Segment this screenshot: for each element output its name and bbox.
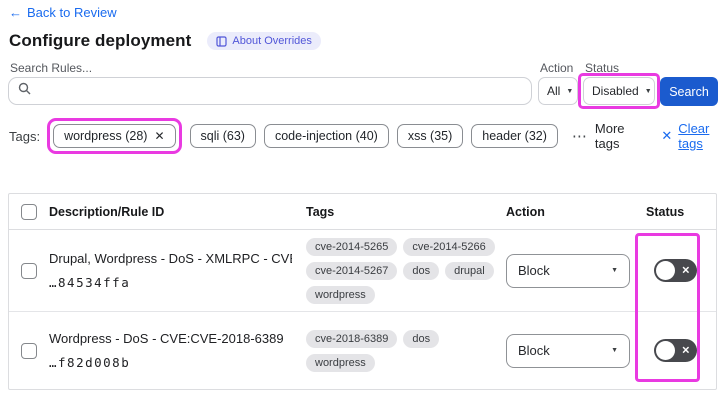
more-tags-button[interactable]: ⋯ More tags	[572, 121, 639, 151]
doc-icon	[216, 35, 228, 47]
action-dropdown-value: All	[547, 84, 561, 98]
table-header-row: Description/Rule ID Tags Action Status	[9, 194, 716, 230]
chevron-down-icon: ▼	[611, 347, 618, 354]
rule-tag: dos	[403, 261, 440, 280]
tag-pill-code-injection[interactable]: code-injection (40)	[263, 124, 389, 148]
rule-tags-cell: cve-2018-6389 dos wordpress	[306, 329, 506, 372]
rule-tag: wordpress	[306, 353, 375, 372]
status-toggle[interactable]: ✕	[654, 259, 697, 282]
tag-pill-label: wordpress (28)	[64, 129, 148, 143]
more-tags-label: More tags	[594, 121, 625, 151]
status-toggle[interactable]: ✕	[654, 339, 697, 362]
rule-status-cell: ✕	[646, 259, 716, 282]
rule-description: Drupal, Wordpress - DoS - XMLRPC - CVE:C…	[49, 251, 292, 266]
status-dropdown[interactable]: Disabled ▼	[583, 77, 655, 105]
page-header: Configure deployment About Overrides	[9, 31, 321, 51]
back-to-review-link[interactable]: ← Back to Review	[9, 5, 117, 20]
toggle-knob	[656, 341, 675, 360]
action-select-value: Block	[518, 343, 550, 358]
back-arrow-icon: ←	[9, 5, 22, 20]
rule-description-cell: Drupal, Wordpress - DoS - XMLRPC - CVE:C…	[49, 251, 306, 290]
clear-tags-button[interactable]: ✕ Clear tags	[661, 121, 725, 151]
rule-tag: cve-2014-5266	[403, 237, 495, 256]
toggle-off-icon: ✕	[681, 265, 690, 276]
tags-label: Tags:	[9, 128, 41, 144]
row-checkbox[interactable]	[21, 262, 37, 279]
rule-action-cell: Block ▼	[506, 333, 646, 368]
tag-pill-wordpress[interactable]: wordpress (28) ✕	[53, 124, 176, 148]
tag-pill-sqli[interactable]: sqli (63)	[189, 124, 256, 148]
page-title: Configure deployment	[9, 31, 192, 50]
select-all-checkbox[interactable]	[21, 203, 37, 220]
table-row: Drupal, Wordpress - DoS - XMLRPC - CVE:C…	[9, 230, 716, 312]
tag-pill-xss[interactable]: xss (35)	[396, 124, 464, 148]
action-select[interactable]: Block ▼	[506, 333, 630, 368]
rule-description: Wordpress - DoS - CVE:CVE-2018-6389	[49, 331, 284, 346]
chevron-down-icon: ▼	[611, 267, 618, 274]
rule-tag: cve-2014-5265	[306, 237, 398, 256]
rule-tags-cell: cve-2014-5265 cve-2014-5266 cve-2014-526…	[306, 237, 506, 304]
rules-table: Description/Rule ID Tags Action Status D…	[8, 193, 717, 390]
rule-tag: cve-2014-5267	[306, 261, 398, 280]
action-select-value: Block	[518, 263, 550, 278]
chevron-down-icon: ▼	[644, 87, 652, 95]
row-checkbox[interactable]	[21, 342, 37, 359]
rule-tag: dos	[403, 329, 440, 348]
clear-icon: ✕	[661, 128, 673, 143]
column-header-tags: Tags	[306, 204, 335, 219]
clear-tags-label: Clear tags	[678, 121, 710, 151]
toggle-off-icon: ✕	[681, 345, 690, 356]
rule-id: …f82d008b	[49, 355, 131, 370]
rule-tag: drupal	[445, 261, 494, 280]
rule-tag: wordpress	[306, 285, 375, 304]
column-header-status: Status	[646, 204, 685, 219]
search-icon	[18, 82, 31, 100]
column-header-action: Action	[506, 204, 545, 219]
remove-tag-icon[interactable]: ✕	[154, 129, 164, 143]
about-overrides-badge[interactable]: About Overrides	[207, 32, 321, 50]
search-input[interactable]	[8, 77, 532, 105]
search-rules-label: Search Rules...	[10, 61, 93, 75]
column-header-description: Description/Rule ID	[49, 204, 165, 219]
rule-description-cell: Wordpress - DoS - CVE:CVE-2018-6389 …f82…	[49, 331, 306, 370]
status-label: Status	[585, 61, 620, 75]
rule-action-cell: Block ▼	[506, 253, 646, 288]
action-dropdown[interactable]: All ▼	[538, 77, 578, 105]
toggle-knob	[656, 261, 675, 280]
tags-bar: Tags: wordpress (28) ✕ sqli (63) code-in…	[9, 117, 725, 155]
rule-tag: cve-2018-6389	[306, 329, 398, 348]
action-select[interactable]: Block ▼	[506, 253, 630, 288]
chevron-down-icon: ▼	[566, 87, 574, 95]
ellipsis-icon: ⋯	[571, 128, 588, 145]
table-row: Wordpress - DoS - CVE:CVE-2018-6389 …f82…	[9, 312, 716, 389]
back-link-label: Back to Review	[27, 5, 117, 20]
rule-status-cell: ✕	[646, 339, 716, 362]
rule-id: …84534ffa	[49, 275, 131, 290]
about-overrides-label: About Overrides	[232, 35, 312, 47]
status-dropdown-value: Disabled	[592, 84, 639, 98]
action-label: Action	[540, 61, 574, 75]
tag-pill-header[interactable]: header (32)	[471, 124, 558, 148]
search-button[interactable]: Search	[660, 77, 718, 106]
selected-tag-highlight: wordpress (28) ✕	[47, 118, 182, 154]
